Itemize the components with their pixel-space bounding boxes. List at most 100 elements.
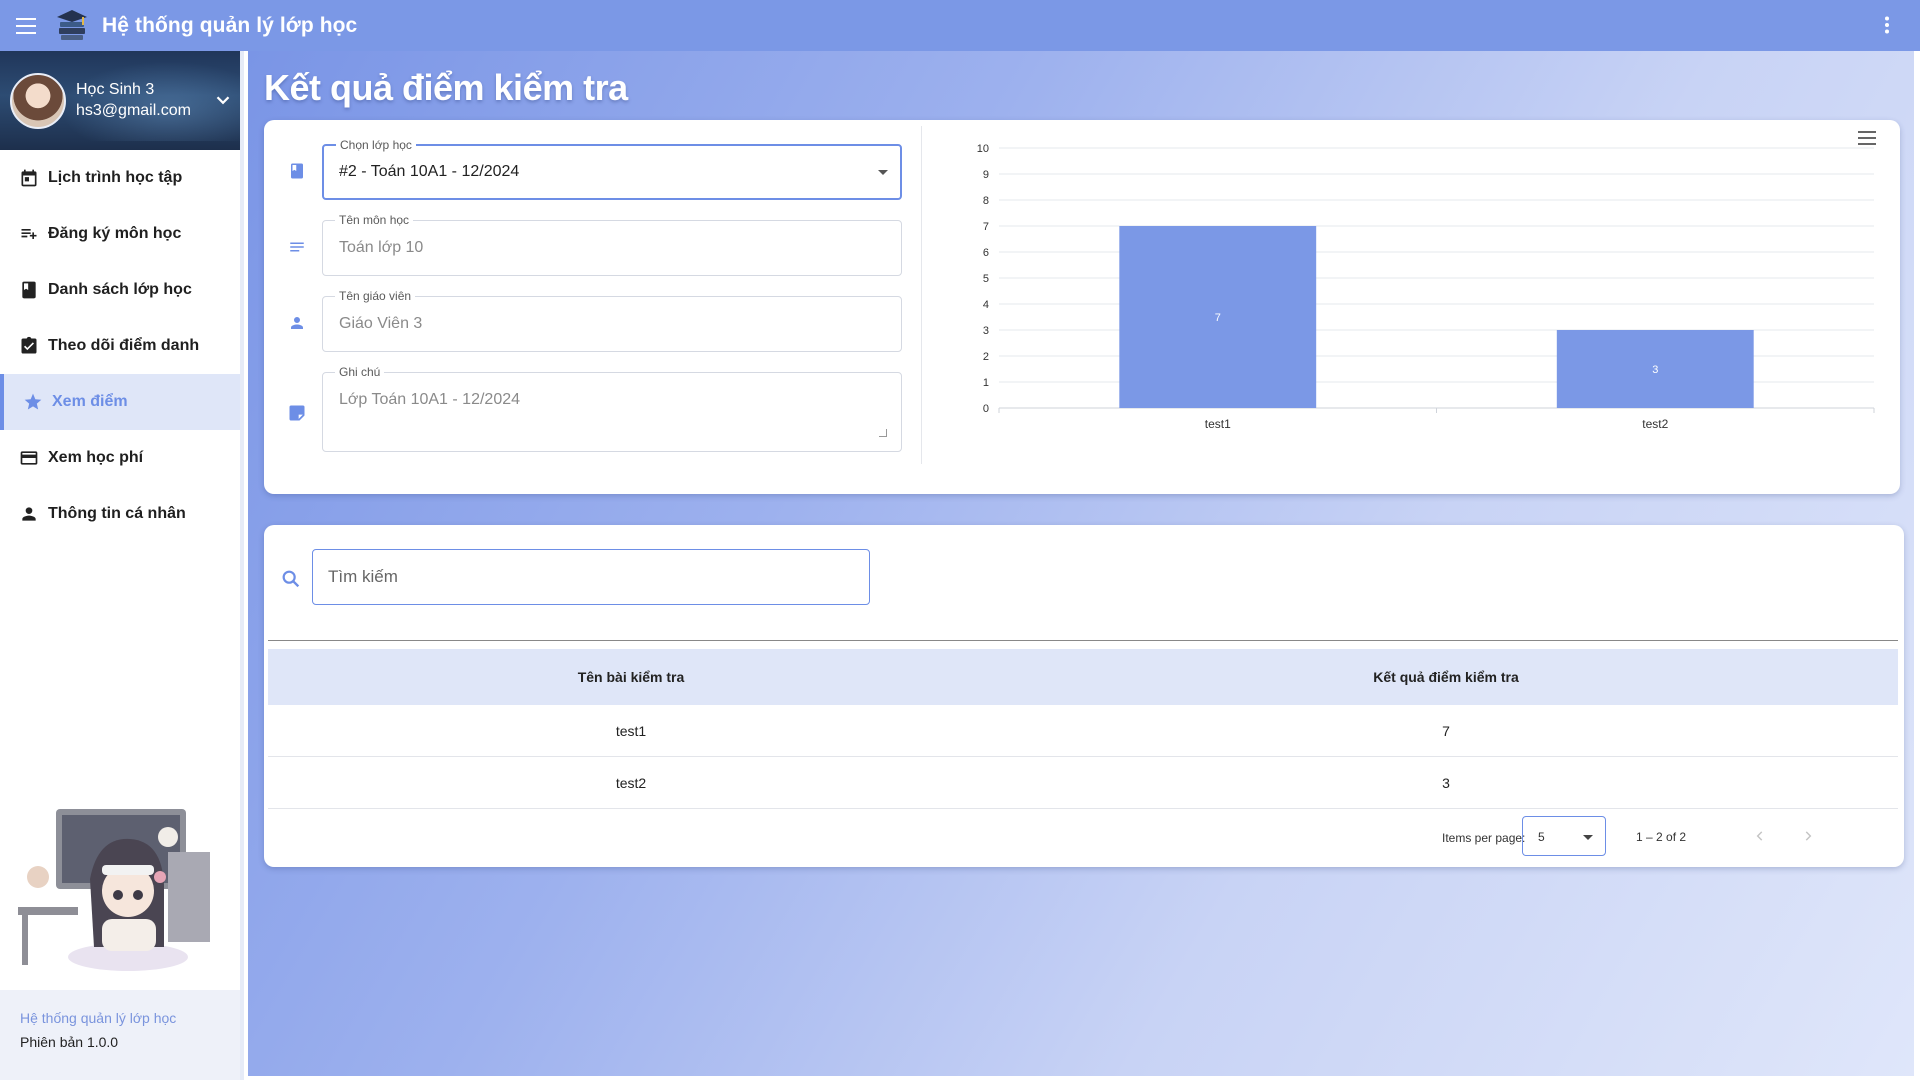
sidebar-item-grades[interactable]: Xem điểm [0, 374, 240, 430]
person-icon [286, 312, 308, 334]
y-tick-label: 9 [983, 169, 989, 181]
next-page-button[interactable] [1796, 824, 1820, 848]
search-input[interactable] [313, 550, 869, 604]
table-row[interactable]: test2 3 [268, 757, 1898, 809]
class-select[interactable]: Chọn lớp học #2 - Toán 10A1 - 12/2024 [322, 138, 902, 200]
version-number: 1.0.0 [86, 1034, 119, 1050]
book-icon [18, 279, 40, 301]
column-header-test-name[interactable]: Tên bài kiểm tra [268, 669, 994, 685]
note-label: Ghi chú [335, 365, 385, 379]
teacher-row: Tên giáo viên Giáo Viên 3 [264, 289, 924, 352]
playlist-add-icon [18, 223, 40, 245]
class-info-form: Chọn lớp học #2 - Toán 10A1 - 12/2024 Tê… [264, 120, 924, 494]
score-bar-chart: 0 1 2 3 4 5 6 7 8 9 10 7 test1 3 test2 [977, 143, 1875, 431]
sidebar-item-attendance[interactable]: Theo dõi điểm danh [0, 318, 240, 374]
sidebar-footer: Hệ thống quản lý lớp học Phiên bản 1.0.0 [0, 990, 240, 1080]
search-icon [282, 570, 300, 588]
chevron-left-icon [1756, 831, 1763, 841]
notes-icon [286, 236, 308, 258]
chevron-down-icon [1583, 835, 1593, 840]
cell-score: 7 [1442, 722, 1450, 739]
sidebar-item-register[interactable]: Đăng ký môn học [0, 206, 240, 262]
note-field[interactable]: Ghi chú Lớp Toán 10A1 - 12/2024 [322, 365, 902, 452]
sidebar: Học Sinh 3 hs3@gmail.com Lịch trình học … [0, 51, 244, 1080]
y-tick-label: 10 [977, 143, 989, 155]
menu-button[interactable] [0, 0, 54, 51]
subject-value: Toán lớp 10 [339, 239, 424, 256]
more-vert-icon [1885, 16, 1889, 34]
chevron-down-icon [878, 170, 888, 175]
data-label: 7 [1215, 312, 1221, 324]
person-icon [18, 503, 40, 525]
page-size-select[interactable]: 5 [1522, 816, 1606, 856]
paginator: Items per page: 5 1 – 2 of 2 [1344, 816, 1904, 856]
column-header-score[interactable]: Kết quả điểm kiểm tra [994, 669, 1898, 685]
footer-version: Phiên bản 1.0.0 [20, 1034, 240, 1050]
chevron-down-icon[interactable] [212, 89, 234, 111]
sidebar-item-label: Theo dõi điểm danh [48, 337, 200, 354]
version-label: Phiên bản [20, 1034, 84, 1050]
calendar-icon [18, 167, 40, 189]
chart-menu-icon[interactable] [1858, 130, 1878, 146]
y-tick-label: 4 [983, 299, 989, 311]
app-title: Hệ thống quản lý lớp học [102, 13, 358, 37]
x-tick-label: test1 [1205, 417, 1231, 431]
app-logo-icon [57, 9, 87, 40]
score-chart: 0 1 2 3 4 5 6 7 8 9 10 7 test1 3 test2 [944, 120, 1894, 490]
sidebar-item-label: Xem học phí [48, 449, 144, 466]
y-tick-label: 6 [983, 247, 989, 259]
y-tick-label: 5 [983, 273, 989, 285]
sidebar-item-profile[interactable]: Thông tin cá nhân [0, 486, 240, 542]
y-tick-label: 8 [983, 195, 989, 207]
sidebar-item-schedule[interactable]: Lịch trình học tập [0, 150, 240, 206]
sidebar-item-label: Danh sách lớp học [48, 281, 192, 298]
sidebar-illustration [18, 807, 224, 977]
results-table-card: Tên bài kiểm tra Kết quả điểm kiểm tra t… [264, 525, 1904, 867]
y-tick-label: 3 [983, 325, 989, 337]
y-tick-label: 7 [983, 221, 989, 233]
sidebar-item-tuition[interactable]: Xem học phí [0, 430, 240, 486]
note-value: Lớp Toán 10A1 - 12/2024 [339, 391, 521, 408]
sidebar-item-label: Đăng ký môn học [48, 225, 182, 242]
sidebar-item-label: Lịch trình học tập [48, 169, 183, 186]
profile-email: hs3@gmail.com [76, 102, 191, 119]
sidebar-item-classes[interactable]: Danh sách lớp học [0, 262, 240, 318]
table-header: Tên bài kiểm tra Kết quả điểm kiểm tra [268, 649, 1898, 705]
previous-page-button[interactable] [1748, 824, 1772, 848]
credit-card-icon [18, 447, 40, 469]
teacher-label: Tên giáo viên [335, 289, 416, 303]
note-row: Ghi chú Lớp Toán 10A1 - 12/2024 [264, 365, 924, 452]
class-select-row: Chọn lớp học #2 - Toán 10A1 - 12/2024 [264, 138, 924, 200]
results-table: Tên bài kiểm tra Kết quả điểm kiểm tra t… [268, 640, 1898, 809]
footer-app-name: Hệ thống quản lý lớp học [20, 1010, 177, 1026]
table-top-border [268, 640, 1898, 641]
x-tick-label: test2 [1642, 417, 1668, 431]
page-title: Kết quả điểm kiểm tra [264, 67, 628, 108]
class-info-card: Chọn lớp học #2 - Toán 10A1 - 12/2024 Tê… [264, 120, 1900, 494]
items-per-page-label: Items per page: [1442, 831, 1526, 845]
more-options-button[interactable] [1874, 12, 1900, 38]
chevron-right-icon [1805, 831, 1812, 841]
sidebar-nav: Lịch trình học tập Đăng ký môn học Danh … [0, 150, 240, 542]
page-size-value: 5 [1538, 830, 1545, 844]
star-icon [22, 391, 44, 413]
sticky-note-icon [286, 402, 308, 424]
resize-handle-icon[interactable] [879, 429, 887, 437]
book-icon [286, 160, 308, 182]
data-label: 3 [1652, 364, 1658, 376]
search-field[interactable] [312, 549, 870, 605]
cell-test-name: test1 [615, 722, 647, 739]
y-tick-label: 0 [983, 403, 989, 415]
subject-field[interactable]: Tên môn học Toán lớp 10 [322, 213, 902, 276]
table-row[interactable]: test1 7 [268, 705, 1898, 757]
sidebar-item-label: Xem điểm [52, 393, 128, 410]
card-divider [921, 126, 922, 464]
page-range: 1 – 2 of 2 [1636, 830, 1687, 844]
app-bar: Hệ thống quản lý lớp học [0, 0, 1920, 51]
main-content: Kết quả điểm kiểm tra Chọn lớp học #2 - … [248, 51, 1914, 1076]
subject-row: Tên môn học Toán lớp 10 [264, 213, 924, 276]
hamburger-icon [16, 17, 36, 34]
sidebar-item-label: Thông tin cá nhân [48, 505, 186, 522]
teacher-field[interactable]: Tên giáo viên Giáo Viên 3 [322, 289, 902, 352]
avatar[interactable] [10, 72, 66, 129]
